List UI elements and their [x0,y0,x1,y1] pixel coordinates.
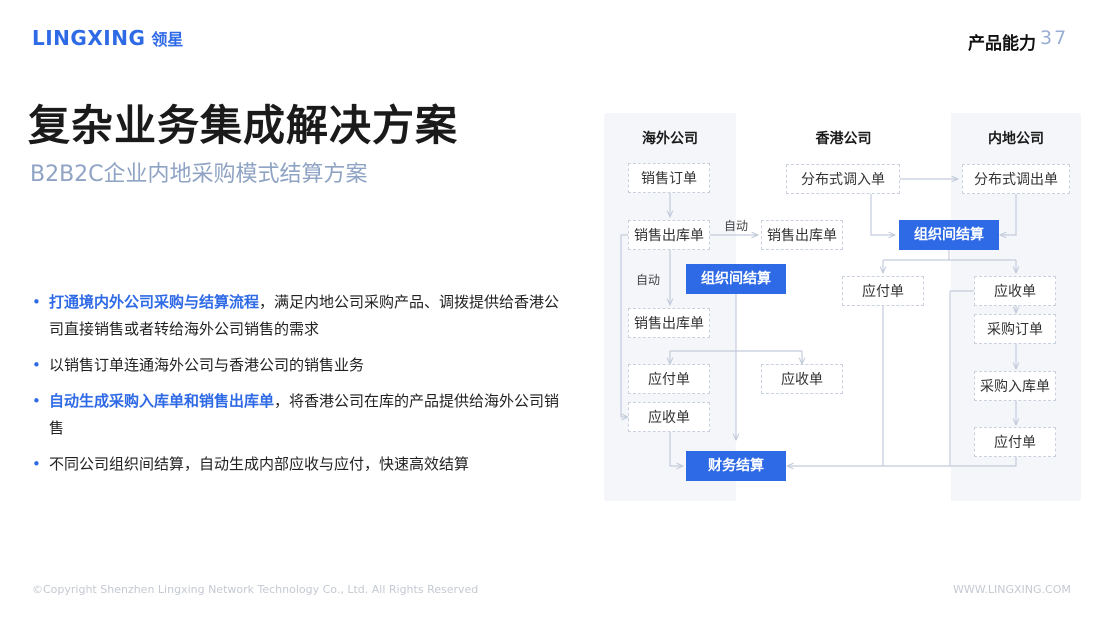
node-org-settlement: 组织间结算 [899,220,999,250]
footer-website: WWW.LINGXING.COM [953,583,1071,596]
section-label: 产品能力 [968,34,1036,54]
connector-hk-settle-split [883,250,1016,261]
node-sales-outbound: 销售出库单 [628,220,710,250]
node-sales-outbound: 销售出库单 [761,220,843,250]
node-org-settlement: 组织间结算 [686,264,786,294]
node-transfer-out: 分布式调出单 [962,164,1070,194]
feature-list: 打通境内外公司采购与结算流程，满足内地公司采购产品、调拨提供给香港公司直接销售或… [32,289,562,487]
node-finance-settlement: 财务结算 [686,451,786,481]
arrow-receivable-to-finance [669,432,683,466]
node-receivable: 应收单 [628,402,710,432]
feature-item: 不同公司组织间结算，自动生成内部应收与应付，快速高效结算 [32,451,562,478]
node-payable: 应付单 [842,276,924,306]
feature-text: 以销售订单连通海外公司与香港公司的销售业务 [49,356,365,374]
page-subtitle: B2B2C企业内地采购模式结算方案 [30,162,368,187]
node-purchase-order: 采购订单 [974,314,1056,344]
logo-chinese-text: 领星 [151,30,184,49]
page-number: 37 [1040,27,1069,49]
footer-copyright: ©Copyright Shenzhen Lingxing Network Tec… [32,583,479,596]
arrow-order-to-receivable [620,234,628,417]
node-sales-order: 销售订单 [628,163,710,193]
node-sales-outbound: 销售出库单 [628,308,710,338]
node-purchase-inbound: 采购入库单 [974,371,1056,401]
settlement-flow-diagram: 海外公司 香港公司 内地公司 自动 自动 销售订单 销售出库单 组织间结算 销售… [604,113,1081,501]
feature-text: 不同公司组织间结算，自动生成内部应收与应付，快速高效结算 [49,455,470,473]
edge-label-auto: 自动 [724,219,749,233]
node-payable: 应付单 [628,364,710,394]
page-title: 复杂业务集成解决方案 [28,101,459,150]
feature-highlight: 自动生成采购入库单和销售出库单 [49,392,275,410]
logo-text: LINGXING [32,26,146,50]
company-logo: LINGXING 领星 [32,26,183,50]
node-transfer-in: 分布式调入单 [786,164,900,194]
node-payable: 应付单 [974,427,1056,457]
edge-label-auto: 自动 [636,273,661,287]
feature-item: 自动生成采购入库单和销售出库单，将香港公司在库的产品提供给海外公司销售 [32,388,562,442]
arrow-transfer-out-to-hk-settle [1000,193,1017,235]
feature-item: 打通境内外公司采购与结算流程，满足内地公司采购产品、调拨提供给香港公司直接销售或… [32,289,562,343]
feature-item: 以销售订单连通海外公司与香港公司的销售业务 [32,352,562,379]
feature-highlight: 打通境内外公司采购与结算流程 [49,293,260,311]
node-receivable: 应收单 [974,276,1056,306]
node-receivable: 应收单 [761,364,843,394]
arrow-transfer-in-to-hk-settle [870,193,895,235]
